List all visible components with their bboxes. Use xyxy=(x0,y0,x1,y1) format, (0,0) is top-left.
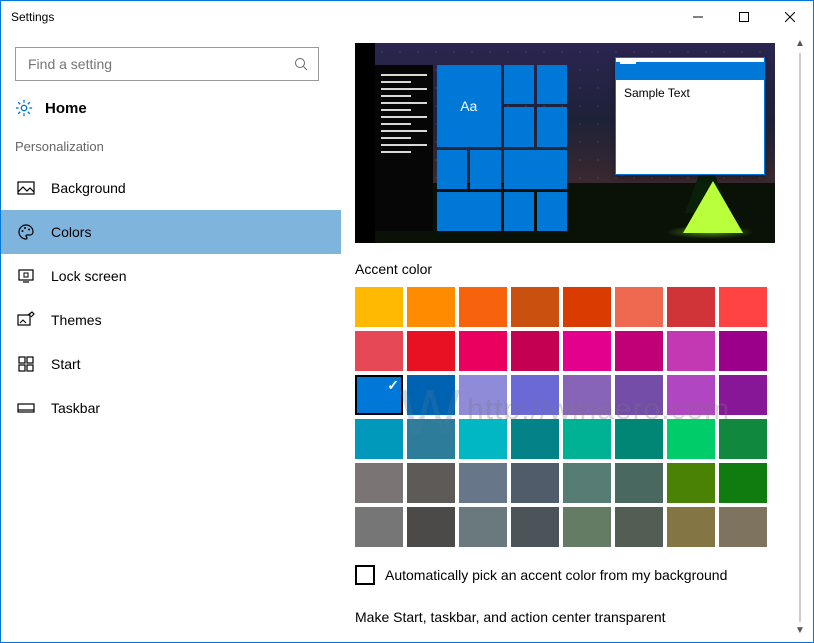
main-panel: Aa Sample Text Accent color Whttp://wina… xyxy=(341,33,813,642)
home-label: Home xyxy=(45,100,87,117)
color-swatch[interactable] xyxy=(719,287,767,327)
scrollbar[interactable]: ▲ ▼ xyxy=(795,39,805,636)
color-swatch[interactable] xyxy=(459,375,507,415)
color-swatch[interactable] xyxy=(511,287,559,327)
auto-accent-label: Automatically pick an accent color from … xyxy=(385,567,727,583)
sidebar-item-label: Themes xyxy=(51,312,102,328)
sidebar-item-label: Taskbar xyxy=(51,400,100,416)
preview-window-text: Sample Text xyxy=(616,80,764,106)
color-swatch[interactable] xyxy=(563,375,611,415)
color-swatch[interactable] xyxy=(355,419,403,459)
color-swatch[interactable] xyxy=(615,375,663,415)
scroll-thumb[interactable] xyxy=(799,53,801,622)
close-button[interactable] xyxy=(767,1,813,33)
color-swatch[interactable] xyxy=(407,507,455,547)
sidebar-item-taskbar[interactable]: Taskbar xyxy=(1,386,341,430)
color-swatch[interactable] xyxy=(667,375,715,415)
color-swatch[interactable] xyxy=(511,375,559,415)
sidebar-item-themes[interactable]: Themes xyxy=(1,298,341,342)
color-swatch[interactable] xyxy=(667,419,715,459)
minimize-button[interactable] xyxy=(675,1,721,33)
color-swatch[interactable] xyxy=(615,463,663,503)
color-swatch[interactable] xyxy=(719,507,767,547)
color-swatch[interactable] xyxy=(407,287,455,327)
sidebar-item-label: Colors xyxy=(51,224,91,240)
color-swatch[interactable] xyxy=(615,419,663,459)
lock-icon xyxy=(17,267,35,285)
sidebar-item-start[interactable]: Start xyxy=(1,342,341,386)
sidebar-item-colors[interactable]: Colors xyxy=(1,210,341,254)
color-swatch[interactable] xyxy=(563,463,611,503)
color-swatch[interactable] xyxy=(667,287,715,327)
preview-pane: Aa Sample Text xyxy=(355,43,775,243)
section-header: Personalization xyxy=(1,129,341,166)
color-swatch[interactable] xyxy=(355,507,403,547)
color-swatch[interactable] xyxy=(719,375,767,415)
sidebar-item-label: Lock screen xyxy=(51,268,126,284)
color-swatch[interactable] xyxy=(667,507,715,547)
color-swatch[interactable] xyxy=(459,507,507,547)
auto-accent-row[interactable]: Automatically pick an accent color from … xyxy=(355,565,785,585)
color-swatch[interactable] xyxy=(719,331,767,371)
search-input[interactable] xyxy=(15,47,319,81)
preview-window: Sample Text xyxy=(615,57,765,175)
color-swatch[interactable] xyxy=(459,331,507,371)
color-swatch[interactable] xyxy=(459,287,507,327)
color-swatch[interactable] xyxy=(407,331,455,371)
color-swatch[interactable] xyxy=(615,287,663,327)
preview-tile-aa: Aa xyxy=(437,65,501,147)
search-icon xyxy=(294,57,308,71)
search-field[interactable] xyxy=(26,55,294,73)
color-swatch[interactable] xyxy=(511,463,559,503)
color-swatch[interactable] xyxy=(615,507,663,547)
scroll-up-icon[interactable]: ▲ xyxy=(795,39,805,49)
color-swatch[interactable] xyxy=(459,419,507,459)
sidebar-item-label: Start xyxy=(51,356,81,372)
preview-tiles: Aa xyxy=(437,65,567,231)
color-swatch[interactable] xyxy=(355,287,403,327)
color-swatch[interactable] xyxy=(407,463,455,503)
color-swatch[interactable] xyxy=(459,463,507,503)
sidebar-item-label: Background xyxy=(51,180,126,196)
color-swatch[interactable] xyxy=(355,375,403,415)
home-button[interactable]: Home xyxy=(1,91,341,129)
color-swatch[interactable] xyxy=(355,331,403,371)
themes-icon xyxy=(17,311,35,329)
color-swatch[interactable] xyxy=(511,507,559,547)
color-swatch[interactable] xyxy=(407,419,455,459)
color-swatch[interactable] xyxy=(667,331,715,371)
color-swatch[interactable] xyxy=(407,375,455,415)
color-swatch[interactable] xyxy=(355,463,403,503)
color-swatch[interactable] xyxy=(511,419,559,459)
scroll-down-icon[interactable]: ▼ xyxy=(795,626,805,636)
palette-icon xyxy=(17,223,35,241)
sidebar-item-lockscreen[interactable]: Lock screen xyxy=(1,254,341,298)
maximize-button[interactable] xyxy=(721,1,767,33)
transparency-heading: Make Start, taskbar, and action center t… xyxy=(355,609,785,625)
titlebar: Settings xyxy=(1,1,813,33)
color-swatch[interactable] xyxy=(719,463,767,503)
color-swatch[interactable] xyxy=(563,507,611,547)
sidebar-item-background[interactable]: Background xyxy=(1,166,341,210)
accent-color-grid: Whttp://winaero.com xyxy=(355,287,775,547)
color-swatch[interactable] xyxy=(563,287,611,327)
sidebar: Home Personalization Background Colors L… xyxy=(1,33,341,642)
color-swatch[interactable] xyxy=(615,331,663,371)
gear-icon xyxy=(15,99,33,117)
color-swatch[interactable] xyxy=(667,463,715,503)
color-swatch[interactable] xyxy=(563,331,611,371)
start-icon xyxy=(17,355,35,373)
window-controls xyxy=(675,1,813,33)
picture-icon xyxy=(17,179,35,197)
color-swatch[interactable] xyxy=(719,419,767,459)
taskbar-icon xyxy=(17,399,35,417)
accent-color-label: Accent color xyxy=(355,261,785,277)
window-title: Settings xyxy=(11,10,675,24)
color-swatch[interactable] xyxy=(563,419,611,459)
color-swatch[interactable] xyxy=(511,331,559,371)
auto-accent-checkbox[interactable] xyxy=(355,565,375,585)
content: Home Personalization Background Colors L… xyxy=(1,33,813,642)
